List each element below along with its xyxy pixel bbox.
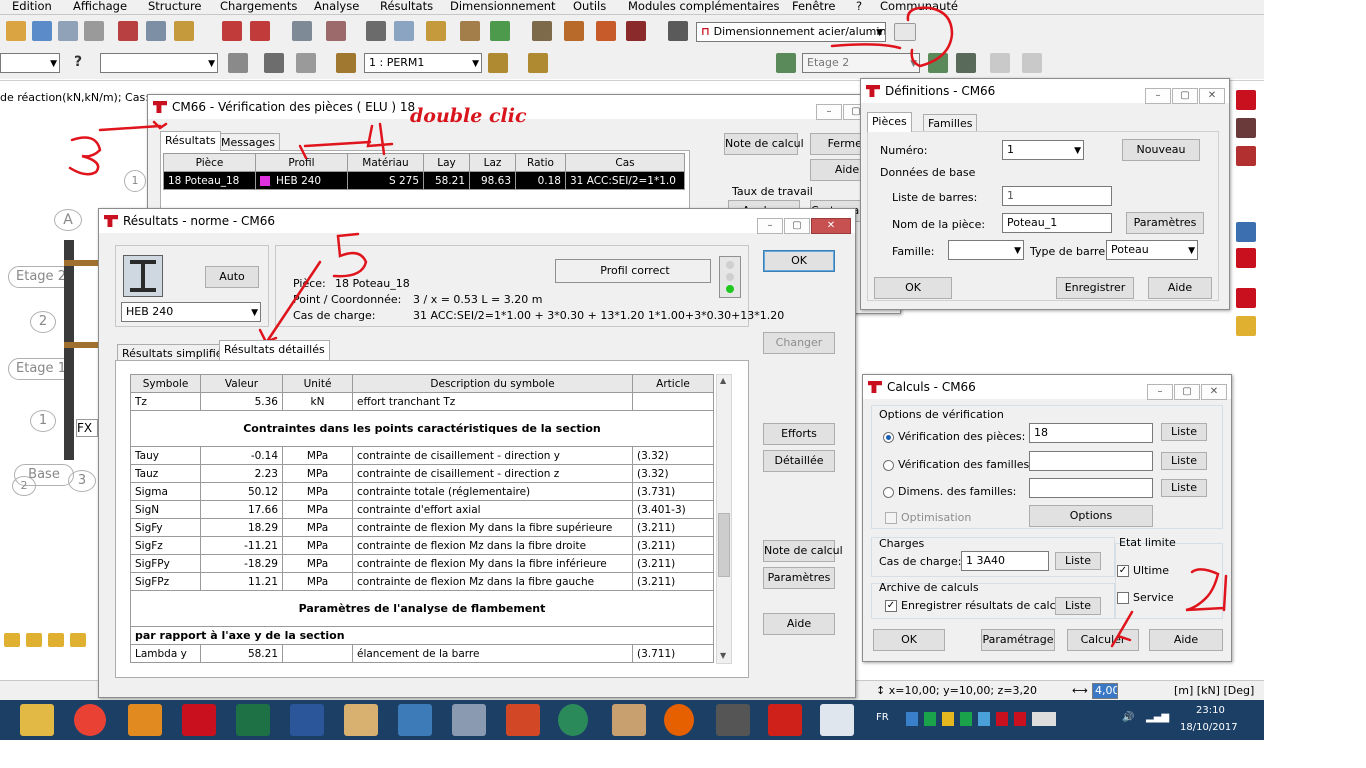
robot-ts-icon[interactable] xyxy=(182,704,216,736)
tab-pieces[interactable]: Pièces xyxy=(867,112,912,132)
clock-date[interactable]: 18/10/2017 xyxy=(1180,722,1238,733)
double-clic-annotation: double clic xyxy=(410,105,527,127)
calculator-app-icon[interactable] xyxy=(452,704,486,736)
annotation-5 xyxy=(332,232,368,278)
taskbar: FR 🔊 ▂▄▆ 23:10 18/10/2017 xyxy=(0,700,1264,740)
powerpoint-icon[interactable] xyxy=(506,704,540,736)
tab-resultats-detailles[interactable]: Résultats détaillés xyxy=(219,340,330,360)
language-indicator[interactable]: FR xyxy=(876,712,889,723)
tab-resultats[interactable]: Résultats xyxy=(160,131,221,151)
clock-time[interactable]: 23:10 xyxy=(1196,705,1225,716)
settings-app-icon[interactable] xyxy=(820,704,854,736)
network-icon[interactable] xyxy=(398,704,432,736)
media-icon[interactable] xyxy=(558,704,588,736)
tray-icons[interactable] xyxy=(906,712,1056,726)
annotation-3 xyxy=(68,136,102,176)
paint-icon[interactable] xyxy=(612,704,646,736)
recorder-icon[interactable] xyxy=(716,704,750,736)
assistant-icon[interactable] xyxy=(344,704,378,736)
volume-icon[interactable]: 🔊 xyxy=(1122,712,1134,723)
acrobat-icon[interactable] xyxy=(768,704,802,736)
word-icon[interactable] xyxy=(290,704,324,736)
chrome-icon[interactable] xyxy=(74,704,106,736)
robot-app-icon[interactable] xyxy=(128,704,162,736)
file-explorer-icon[interactable] xyxy=(20,704,54,736)
annotation-2 xyxy=(1185,568,1228,612)
excel-icon[interactable] xyxy=(236,704,270,736)
firefox-icon[interactable] xyxy=(664,704,694,736)
network-signal-icon[interactable]: ▂▄▆ xyxy=(1146,712,1169,723)
annotation-4 xyxy=(366,122,394,156)
annotation-overlay xyxy=(68,6,1228,648)
